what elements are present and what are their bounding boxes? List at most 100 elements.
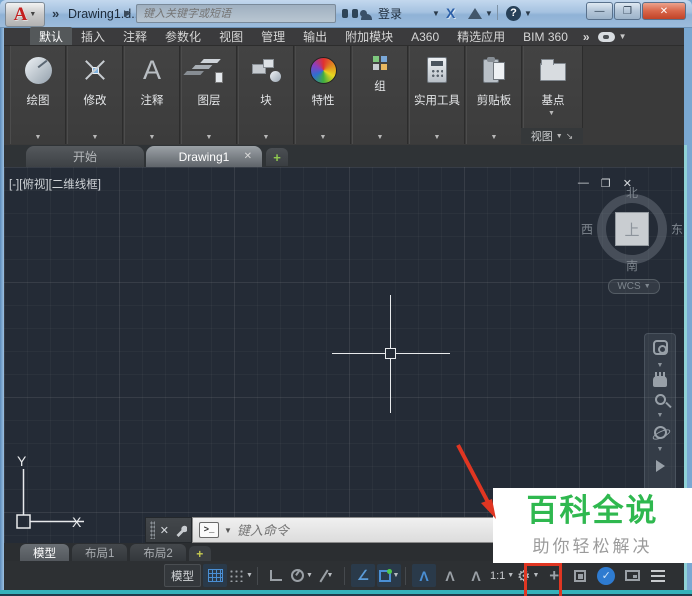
quick-access-expand-icon[interactable]: » xyxy=(52,6,59,21)
ribbon-tab-manage[interactable]: 管理 xyxy=(252,27,294,46)
chevron-down-icon[interactable]: ▼ xyxy=(657,446,664,453)
model-space-toggle[interactable]: 模型 xyxy=(164,564,201,587)
polar-tracking-toggle[interactable]: ▼ xyxy=(290,564,314,587)
app-store-button[interactable]: ▼ xyxy=(468,5,493,21)
navigation-wheel-button[interactable] xyxy=(653,340,668,355)
ribbon-tab-annotate[interactable]: 注释 xyxy=(114,27,156,46)
panel-properties[interactable]: 特性 ▼ xyxy=(295,46,351,144)
ribbon-tab-parametric[interactable]: 参数化 xyxy=(156,27,210,46)
application-menu-button[interactable]: A ▼ xyxy=(5,2,45,27)
isometric-drafting-toggle[interactable]: ▼ xyxy=(316,564,340,587)
chevron-down-icon[interactable]: ▼ xyxy=(306,572,313,579)
chevron-down-icon[interactable]: ▼ xyxy=(149,134,156,141)
chevron-down-icon[interactable]: ▼ xyxy=(246,572,253,579)
viewcube-east[interactable]: 东 xyxy=(671,221,683,238)
viewcube-top-face[interactable]: 上 xyxy=(615,212,649,246)
panel-modify[interactable]: 修改 ▼ xyxy=(67,46,123,144)
layout-tab-layout2[interactable]: 布局2 xyxy=(130,544,185,561)
chevron-down-icon[interactable]: ▼ xyxy=(532,572,539,579)
tab-overflow-icon[interactable]: » xyxy=(583,30,590,44)
panel-clipboard[interactable]: 剪贴板 ▼ xyxy=(466,46,522,144)
hardware-acceleration-button[interactable]: ✓ xyxy=(594,564,618,587)
chevron-down-icon[interactable]: ▼ xyxy=(377,134,384,141)
panel-block[interactable]: 块 ▼ xyxy=(238,46,294,144)
drawing-viewport[interactable]: [-][俯视][二维线框] — ❐ ✕ 上 北 南 西 东 WCS ▼ ▼ ▼ … xyxy=(4,167,684,543)
zoom-button[interactable] xyxy=(655,394,666,405)
flyout-arrow-icon[interactable]: ▶ xyxy=(124,8,131,19)
workspace-switching-button[interactable]: ⚙ ▼ xyxy=(516,564,540,587)
ribbon-tab-insert[interactable]: 插入 xyxy=(72,27,114,46)
object-snap-toggle[interactable]: ▼ xyxy=(377,564,401,587)
chevron-down-icon[interactable]: ▼ xyxy=(263,134,270,141)
panel-draw[interactable]: 绘图 ▼ xyxy=(10,46,66,144)
panel-layers[interactable]: 图层 ▼ xyxy=(181,46,237,144)
close-tab-icon[interactable]: ✕ xyxy=(244,151,252,162)
drawing-restore-icon[interactable]: ❐ xyxy=(601,177,611,190)
chevron-down-icon[interactable]: ▼ xyxy=(657,362,664,369)
viewport-controls[interactable]: [-][俯视][二维线框] xyxy=(9,176,101,192)
chevron-down-icon[interactable]: ▼ xyxy=(434,134,441,141)
ribbon-tab-output[interactable]: 输出 xyxy=(294,27,336,46)
ribbon-tab-view[interactable]: 视图 xyxy=(210,27,252,46)
file-tab-start[interactable]: 开始 xyxy=(26,146,144,167)
wcs-dropdown[interactable]: WCS ▼ xyxy=(608,279,660,294)
drawing-minimize-icon[interactable]: — xyxy=(578,177,589,190)
ribbon-toggle-dropdown-icon[interactable]: ▼ xyxy=(619,32,627,41)
snap-mode-toggle[interactable]: ▼ xyxy=(229,564,253,587)
clean-screen-button[interactable] xyxy=(620,564,644,587)
chevron-down-icon[interactable]: ▼ xyxy=(35,134,42,141)
isolate-objects-button[interactable] xyxy=(568,564,592,587)
chevron-down-icon[interactable]: ▼ xyxy=(393,572,400,579)
chevron-down-icon[interactable]: ▼ xyxy=(320,134,327,141)
autodesk-exchange-icon[interactable]: X xyxy=(446,5,455,21)
ribbon-tab-featured-apps[interactable]: 精选应用 xyxy=(448,27,514,46)
annotation-scale-sync-toggle[interactable]: Λ xyxy=(464,564,488,587)
ribbon-tab-addins[interactable]: 附加模块 xyxy=(336,27,402,46)
panel-utilities[interactable]: 实用工具 ▼ xyxy=(409,46,465,144)
minimize-button[interactable]: — xyxy=(586,2,613,20)
help-search-box[interactable] xyxy=(136,4,336,23)
customization-menu-button[interactable] xyxy=(646,564,670,587)
annotation-scale-button[interactable]: 1:1 ▼ xyxy=(490,564,514,587)
chevron-down-icon[interactable]: ▼ xyxy=(657,412,664,419)
chevron-down-icon[interactable]: ▼ xyxy=(327,572,334,579)
ribbon-tab-a360[interactable]: A360 xyxy=(402,29,448,45)
object-snap-tracking-toggle[interactable]: ∠ xyxy=(351,564,375,587)
maximize-button[interactable]: ❐ xyxy=(614,2,641,20)
close-icon[interactable]: ✕ xyxy=(160,524,169,537)
chevron-down-icon[interactable]: ▼ xyxy=(548,110,555,117)
annotation-autoscale-toggle[interactable]: Λ xyxy=(438,564,462,587)
recent-commands-dropdown-icon[interactable]: ▼ xyxy=(224,526,232,535)
ortho-mode-toggle[interactable] xyxy=(264,564,288,587)
grid-display-toggle[interactable] xyxy=(203,564,227,587)
new-layout-button[interactable]: + xyxy=(189,546,211,561)
search-icon[interactable] xyxy=(342,5,358,21)
viewcube-north[interactable]: 北 xyxy=(626,184,638,201)
command-prompt-icon[interactable]: >_ xyxy=(199,522,219,538)
annotation-visibility-toggle[interactable]: Λ xyxy=(412,564,436,587)
chevron-down-icon[interactable]: ▼ xyxy=(92,134,99,141)
command-line-grip[interactable]: ✕ xyxy=(145,517,192,543)
ribbon-display-toggle[interactable] xyxy=(598,32,615,42)
viewcube-west[interactable]: 西 xyxy=(581,221,593,238)
viewcube-south[interactable]: 南 xyxy=(626,257,638,274)
close-button[interactable]: ✕ xyxy=(642,2,686,20)
annotation-monitor-toggle[interactable]: + xyxy=(542,564,566,587)
wrench-icon[interactable] xyxy=(174,524,187,537)
ribbon-tab-home[interactable]: 默认 xyxy=(30,27,72,46)
viewcube[interactable]: 上 北 南 西 东 xyxy=(594,191,670,267)
signin-dropdown-icon[interactable]: ▼ xyxy=(432,5,440,21)
chevron-down-icon[interactable]: ▼ xyxy=(491,134,498,141)
pan-button[interactable] xyxy=(653,376,667,387)
chevron-down-icon[interactable]: ▼ xyxy=(507,572,514,579)
file-tab-drawing1[interactable]: Drawing1 ✕ xyxy=(146,146,262,167)
signin-button[interactable]: 登录 xyxy=(360,5,402,21)
view-panel-title[interactable]: 视图 ▼ ↘ xyxy=(521,128,583,144)
layout-tab-model[interactable]: 模型 xyxy=(20,544,69,561)
new-drawing-tab-button[interactable]: + xyxy=(266,148,288,166)
ribbon-tab-bim360[interactable]: BIM 360 xyxy=(514,29,577,45)
panel-annotate[interactable]: A 注释 ▼ xyxy=(124,46,180,144)
help-button[interactable]: ? ▼ xyxy=(506,5,532,21)
orbit-button[interactable] xyxy=(654,426,667,439)
panel-launcher-icon[interactable]: ↘ xyxy=(566,131,574,142)
